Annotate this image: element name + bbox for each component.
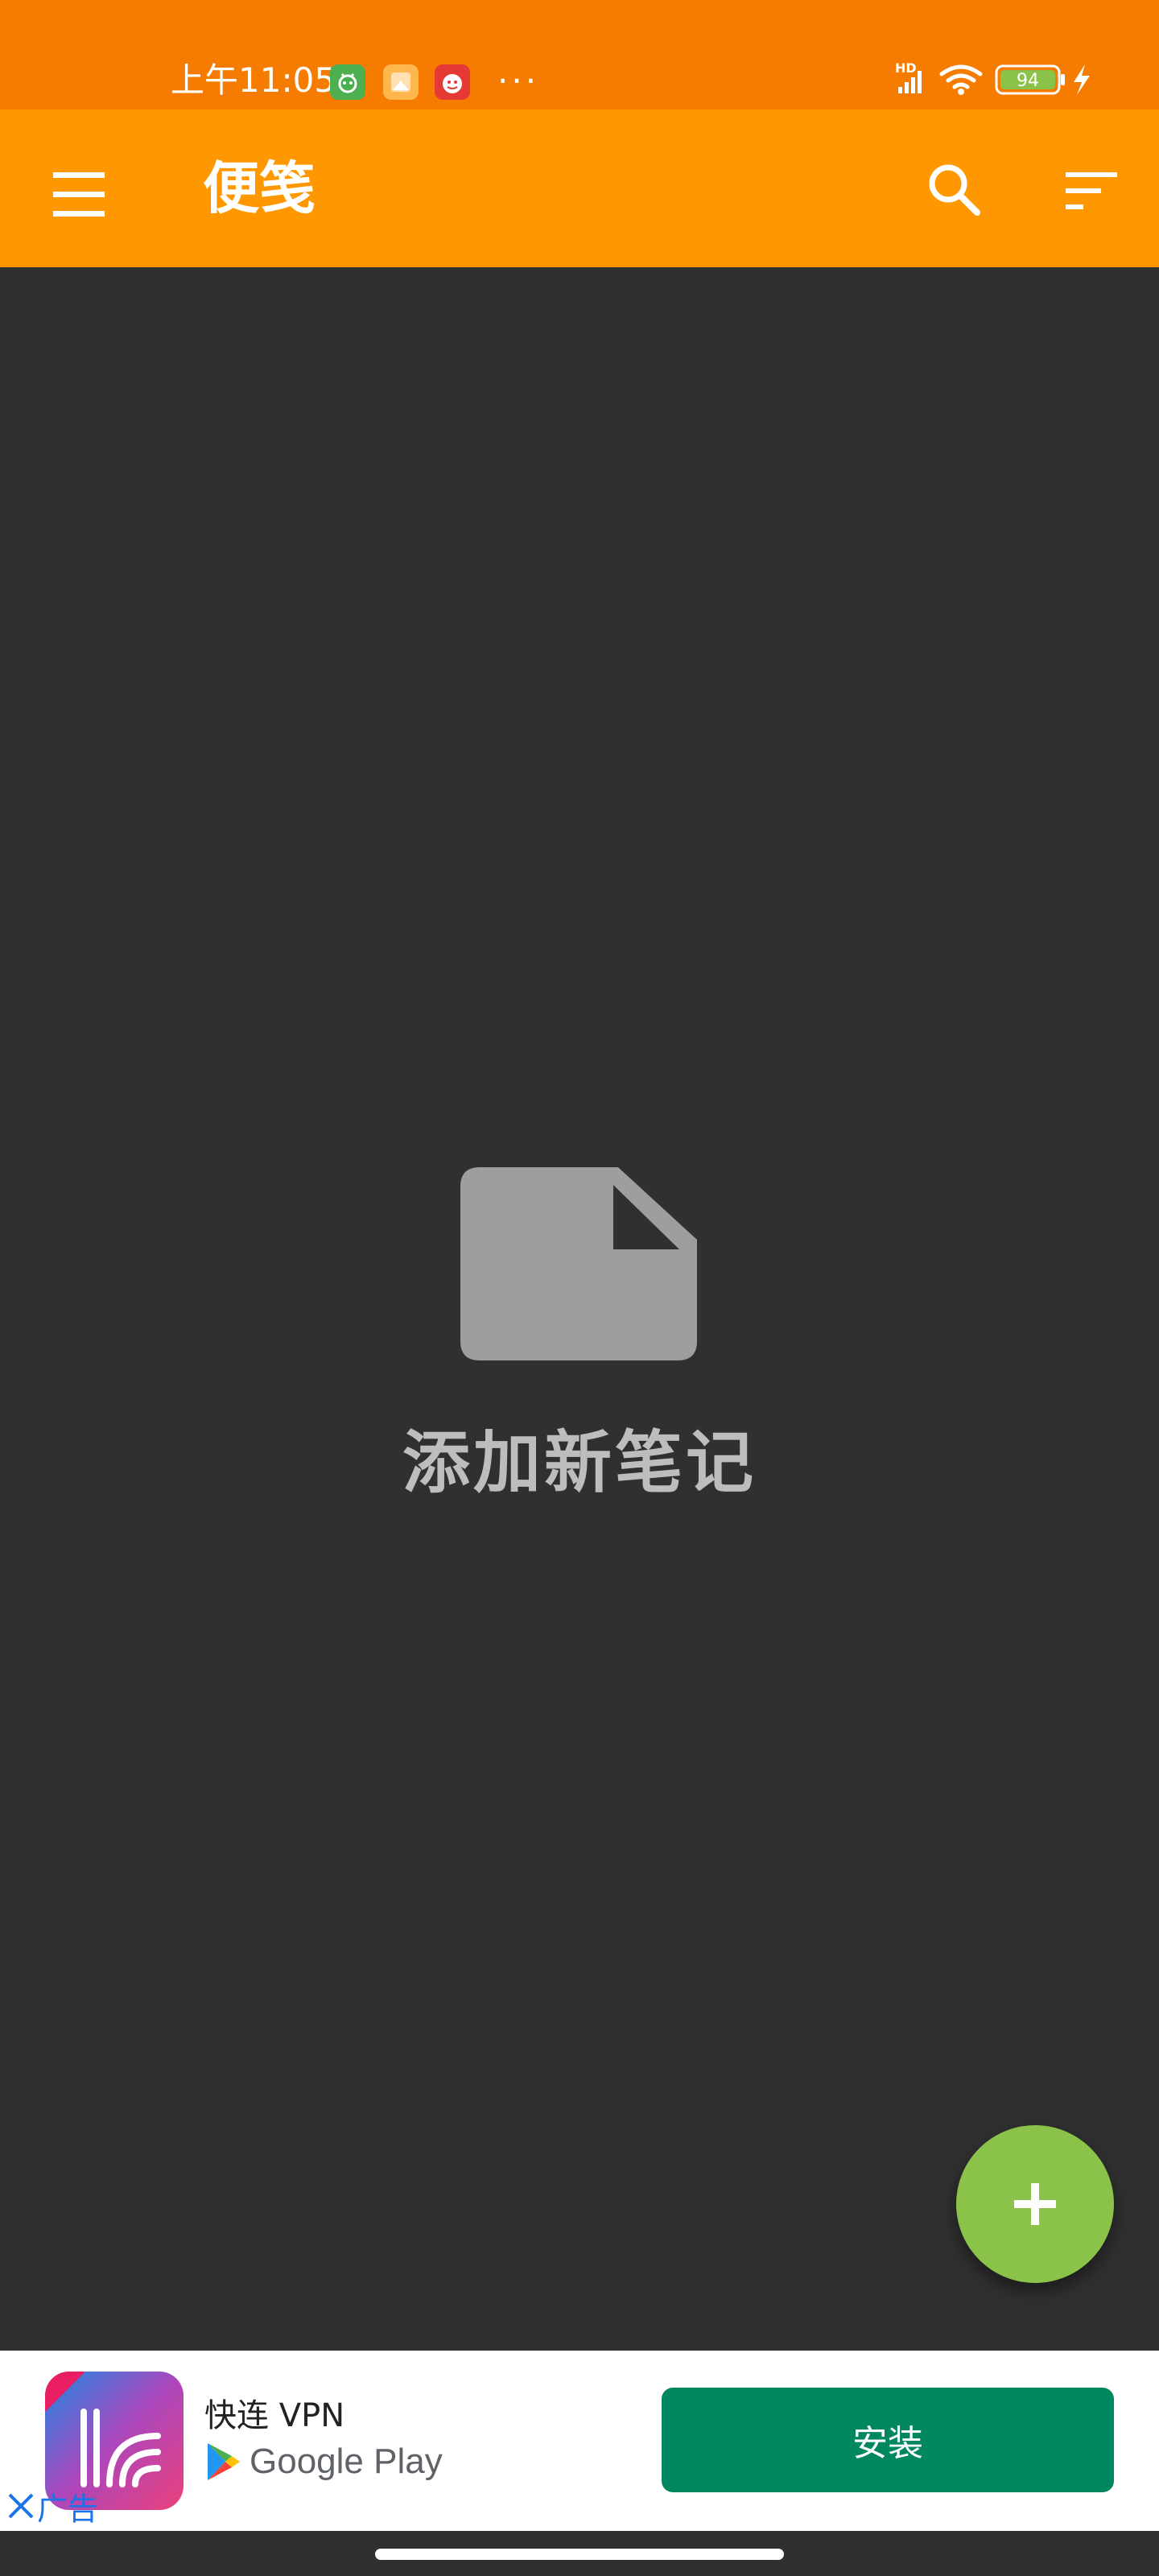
- app-title: 便笺: [203, 155, 316, 221]
- ad-app-name: 快连 VPN: [204, 2397, 345, 2434]
- app-bar: 便笺: [0, 109, 1159, 267]
- sort-icon: [1066, 172, 1117, 209]
- install-button[interactable]: 安装: [662, 2388, 1114, 2492]
- ad-banner[interactable]: 快连 VPN Google Play 安装 广告: [0, 2351, 1159, 2531]
- status-bar: 上午11:05 ··· HD 94: [0, 0, 1159, 109]
- google-play-icon: [208, 2443, 240, 2480]
- close-icon: [8, 2493, 34, 2519]
- battery-level: 94: [1017, 71, 1039, 91]
- network-label: HD: [895, 60, 917, 76]
- ad-close-button[interactable]: 广告: [5, 2484, 98, 2528]
- menu-button[interactable]: [40, 156, 118, 233]
- status-time: 上午11:05: [171, 60, 336, 100]
- menu-icon: [53, 172, 105, 217]
- ad-store: Google Play: [206, 2438, 443, 2486]
- add-note-button[interactable]: [956, 2125, 1114, 2283]
- sort-button[interactable]: [1050, 151, 1127, 229]
- search-button[interactable]: [916, 151, 993, 229]
- status-indicators: HD 94: [895, 60, 1136, 100]
- navigation-bar: [0, 2531, 1159, 2576]
- empty-state-text: 添加新笔记: [402, 1423, 757, 1502]
- more-notifications: ···: [497, 61, 540, 101]
- wifi-icon: [939, 64, 983, 89]
- ad-store-label: Google Play: [250, 2442, 443, 2481]
- android-icon: [330, 64, 365, 100]
- ad-label: 广告: [37, 2491, 99, 2527]
- note-icon: [460, 1167, 697, 1360]
- charging-icon: [1074, 64, 1090, 95]
- plus-icon: [1014, 2183, 1056, 2225]
- search-icon: [929, 164, 980, 216]
- home-indicator[interactable]: [375, 2549, 784, 2560]
- app-badge-icon: [435, 64, 470, 100]
- gallery-icon: [383, 64, 419, 100]
